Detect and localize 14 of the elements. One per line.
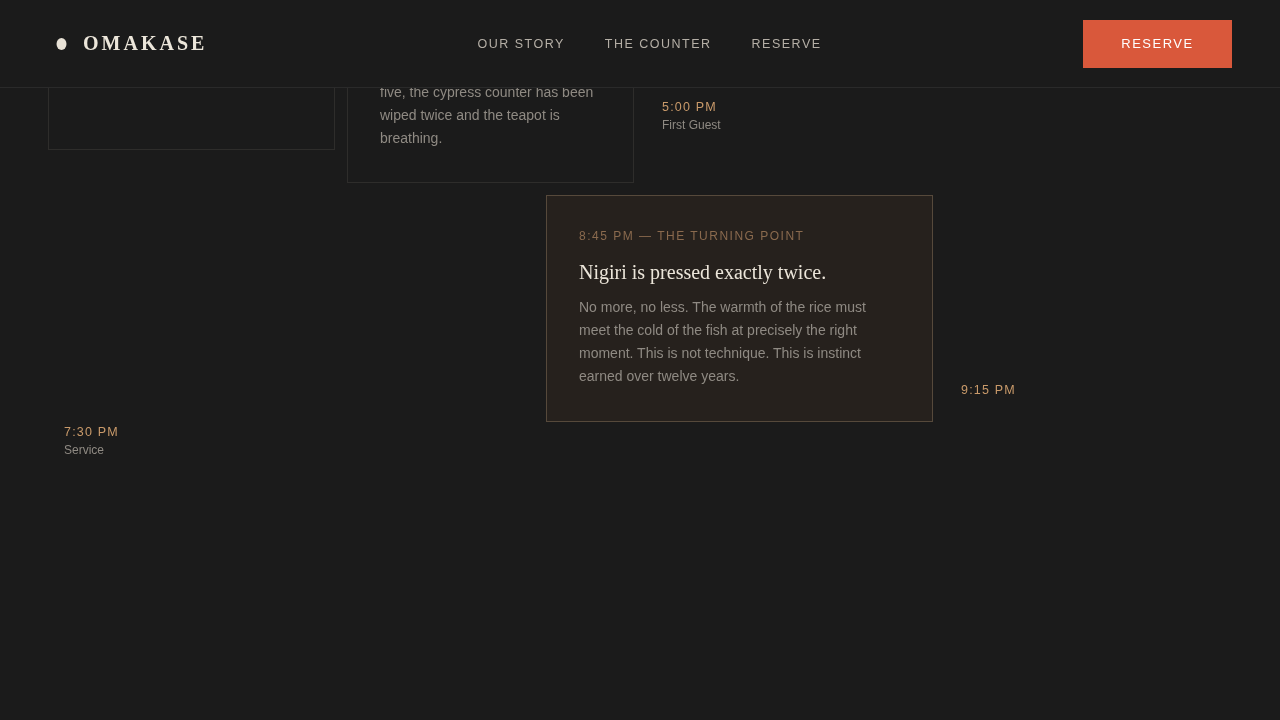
nav-link[interactable]: RESERVE — [751, 36, 822, 51]
timeline-time: 9:15 PM — [961, 383, 1016, 397]
timeline-label: First Guest — [662, 118, 721, 132]
card-text: No more, no less. The warmth of the rice must meet the cold of the fish at precisely the right moment. This is not technique. This is instinct earned over twelve years. — [579, 298, 867, 386]
nav-link[interactable]: OUR STORY — [477, 36, 565, 51]
egg-icon — [56, 36, 67, 51]
reserve-button[interactable]: RESERVE — [1083, 19, 1232, 68]
timeline-label: Service — [64, 443, 105, 457]
brand-name[interactable]: OMAKASE — [83, 32, 208, 55]
timeline-time: 5:00 PM — [662, 100, 718, 114]
card-eyebrow: 8:45 PM — THE TURNING POINT — [579, 229, 806, 243]
timeline-time: 7:30 PM — [64, 425, 119, 439]
card-title: Nigiri is pressed exactly twice. — [579, 261, 828, 284]
nav-link[interactable]: THE COUNTER — [604, 36, 712, 51]
